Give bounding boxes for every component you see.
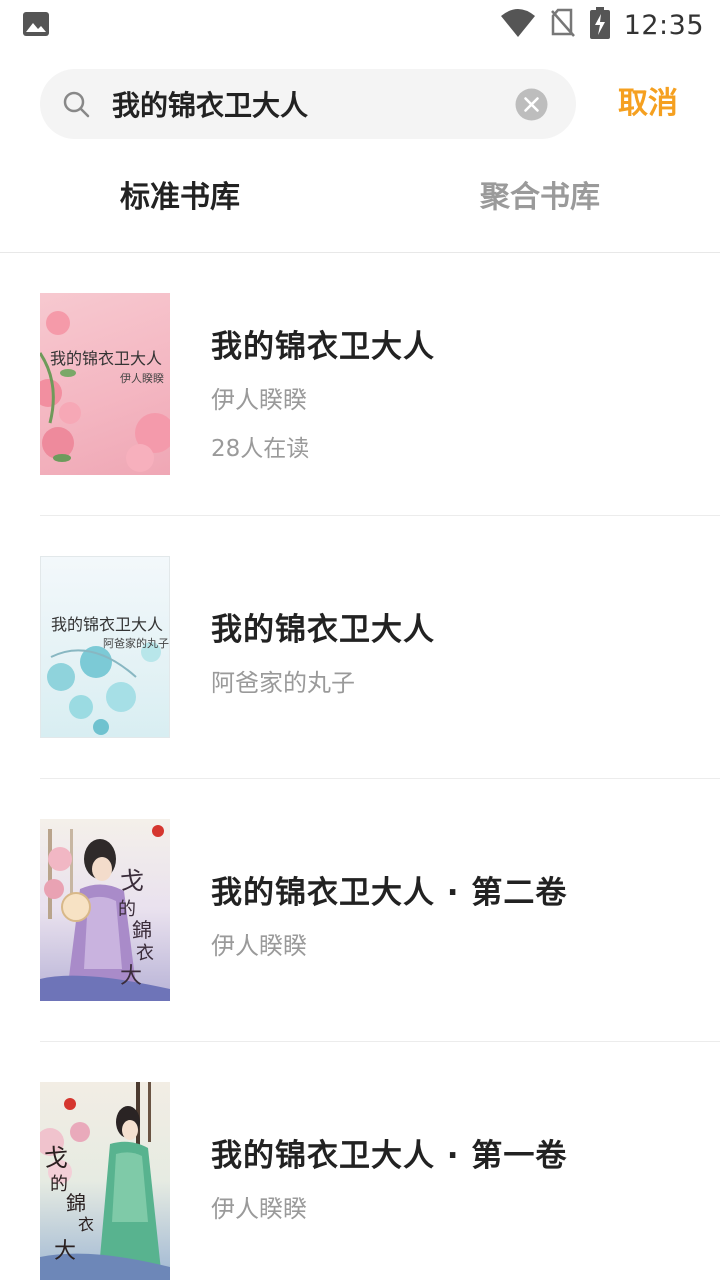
cover-title: 我的锦衣卫大人 xyxy=(51,615,164,634)
search-input[interactable] xyxy=(112,69,502,139)
list-item[interactable]: 戈 的 錦 衣 大 我的锦衣卫大人 · 第一卷 伊人睽睽 xyxy=(0,1042,720,1280)
book-title: 我的锦衣卫大人 xyxy=(211,329,435,365)
svg-text:錦: 錦 xyxy=(66,1191,86,1215)
list-item[interactable]: 我的锦衣卫大人 阿爸家的丸子 我的锦衣卫大人 阿爸家的丸子 xyxy=(0,516,720,779)
list-item[interactable]: 我的锦衣卫大人 伊人睽睽 我的锦衣卫大人 伊人睽睽 28人在读 xyxy=(0,253,720,516)
book-author: 伊人睽睽 xyxy=(211,386,307,414)
book-author: 伊人睽睽 xyxy=(211,932,307,960)
book-title: 我的锦衣卫大人 · 第二卷 xyxy=(211,875,568,911)
book-cover: 戈 的 錦 衣 大 xyxy=(40,1082,170,1280)
svg-text:錦: 錦 xyxy=(132,918,152,942)
tab-standard-library[interactable]: 标准书库 xyxy=(70,160,290,236)
cover-author: 伊人睽睽 xyxy=(120,372,164,385)
list-item[interactable]: 戈 的 錦 衣 大 我的锦衣卫大人 · 第二卷 伊人睽睽 xyxy=(0,779,720,1042)
cancel-button[interactable]: 取消 xyxy=(600,69,696,139)
library-tabs: 标准书库 聚合书库 xyxy=(0,160,720,236)
book-cover: 我的锦衣卫大人 阿爸家的丸子 xyxy=(40,556,170,738)
status-bar: 12:35 xyxy=(0,0,720,50)
cover-title: 我的锦衣卫大人 xyxy=(50,349,163,368)
book-cover: 我的锦衣卫大人 伊人睽睽 xyxy=(40,293,170,475)
svg-text:的: 的 xyxy=(118,899,136,920)
book-title: 我的锦衣卫大人 · 第一卷 xyxy=(211,1138,568,1174)
svg-text:衣: 衣 xyxy=(136,943,154,964)
svg-text:戈: 戈 xyxy=(120,867,144,895)
svg-text:大: 大 xyxy=(120,964,142,989)
svg-text:大: 大 xyxy=(54,1239,76,1264)
no-sim-icon xyxy=(550,8,576,42)
battery-charging-icon xyxy=(589,7,610,43)
image-notification-icon xyxy=(22,11,50,37)
search-bar[interactable] xyxy=(40,69,576,139)
search-icon xyxy=(62,90,90,118)
book-author: 伊人睽睽 xyxy=(211,1195,307,1223)
clear-icon[interactable] xyxy=(515,88,548,121)
wifi-icon xyxy=(500,8,536,42)
book-title: 我的锦衣卫大人 xyxy=(211,612,435,648)
book-cover: 戈 的 錦 衣 大 xyxy=(40,819,170,1001)
book-readers: 28人在读 xyxy=(211,436,310,462)
cover-author: 阿爸家的丸子 xyxy=(103,637,169,650)
book-author: 阿爸家的丸子 xyxy=(211,669,355,697)
status-time: 12:35 xyxy=(623,9,704,41)
svg-text:戈: 戈 xyxy=(44,1144,68,1172)
tab-aggregate-library[interactable]: 聚合书库 xyxy=(430,160,650,236)
svg-text:衣: 衣 xyxy=(78,1215,94,1234)
